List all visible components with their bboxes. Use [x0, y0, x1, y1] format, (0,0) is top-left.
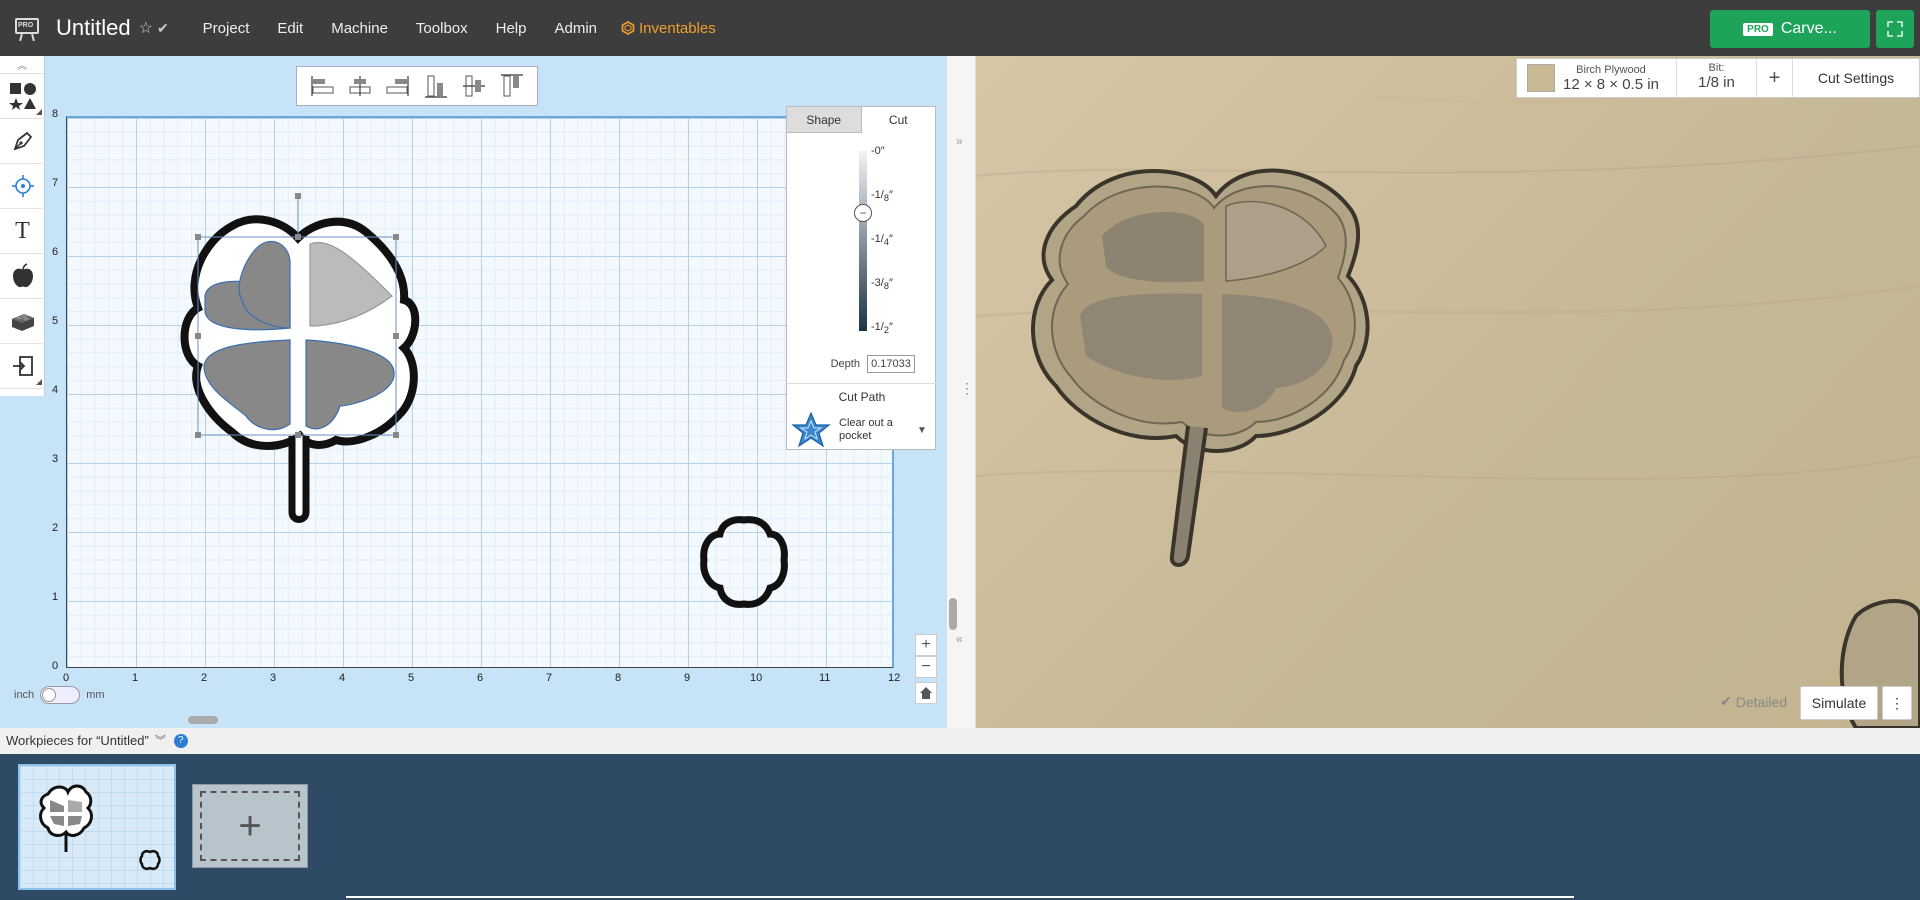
depth-label-1-8: -1/8″ [871, 189, 893, 204]
carve-button[interactable]: PRO Carve... [1710, 10, 1870, 48]
workpiece-preview-icon [39, 784, 161, 871]
expand-icon[interactable] [1876, 10, 1914, 48]
collapse-left-icon[interactable]: « [956, 632, 963, 646]
horizontal-scrollbar[interactable] [188, 716, 218, 724]
workpieces-title: Workpieces for “Untitled” [6, 733, 149, 748]
scalloped-circle-shape[interactable] [700, 516, 788, 608]
chevron-down-icon[interactable]: ︾ [155, 728, 166, 754]
zoom-out-button[interactable]: − [915, 656, 937, 678]
add-workpiece-button[interactable]: + [192, 784, 308, 868]
bit-value: 1/8 in [1698, 74, 1735, 91]
pocket-star-icon [791, 411, 831, 448]
material-bar: Birch Plywood 12 × 8 × 0.5 in Bit: 1/8 i… [1516, 58, 1920, 98]
check-icon: ✔ [1720, 693, 1732, 709]
units-switch[interactable] [40, 686, 81, 704]
vertical-scrollbar[interactable] [949, 598, 957, 630]
detailed-toggle[interactable]: ✔ Detailed [1720, 693, 1787, 710]
depth-slider-handle[interactable]: − [854, 204, 872, 222]
inch-label: inch [14, 689, 35, 701]
pro-badge: PRO [1743, 22, 1773, 36]
collapse-right-icon[interactable]: » [956, 134, 963, 148]
carve-label: Carve... [1780, 20, 1837, 37]
material-name: Birch Plywood [1576, 63, 1646, 76]
depth-slider[interactable] [859, 151, 867, 331]
detailed-label: Detailed [1735, 693, 1788, 710]
mm-label: mm [86, 689, 105, 701]
zoom-in-button[interactable]: + [915, 634, 937, 656]
cut-path-title: Cut Path [787, 383, 937, 404]
depth-input[interactable]: 0.17033 [867, 355, 915, 373]
cut-panel: Shape Cut − -0″ -1/8″ -1/4″ -3/8″ -1/2″ … [786, 106, 937, 450]
cut-path-type-label: Clear out a pocket [839, 417, 893, 442]
home-icon[interactable] [915, 682, 937, 704]
tab-cut[interactable]: Cut [861, 107, 935, 133]
carved-preview-render [976, 89, 1920, 728]
add-bit-button[interactable]: + [1757, 59, 1793, 97]
carved-clover [1031, 168, 1370, 567]
depth-label-1-2: -1/2″ [871, 321, 893, 336]
tab-shape[interactable]: Shape [787, 107, 862, 133]
bit-selector[interactable]: Bit: 1/8 in [1677, 59, 1757, 97]
workpiece-thumbnail[interactable] [18, 764, 176, 890]
chevron-down-icon: ▼ [917, 424, 927, 436]
units-toggle: inch mm [14, 686, 105, 704]
bottom-divider [346, 896, 1574, 898]
help-icon[interactable]: ? [173, 734, 188, 748]
material-swatch [1527, 64, 1555, 92]
bit-label: Bit: [1708, 62, 1725, 74]
cut-path-select[interactable]: Clear out a pocket ▼ [791, 411, 933, 449]
simulate-button[interactable]: Simulate [1800, 686, 1878, 720]
depth-label-0: -0″ [871, 145, 885, 157]
depth-label-1-4: -1/4″ [871, 233, 893, 248]
clover-design[interactable] [180, 215, 420, 523]
add-workpiece-plus: + [200, 791, 300, 861]
depth-row: Depth 0.17033 [787, 355, 937, 373]
workpieces-header: Workpieces for “Untitled” ︾ ? [0, 728, 1920, 754]
cut-settings-button[interactable]: Cut Settings [1793, 59, 1919, 97]
depth-label-3-8: -3/8″ [871, 277, 893, 292]
drag-handle-icon[interactable]: ⋮ [960, 380, 974, 397]
more-options-button[interactable]: ⋮ [1882, 686, 1912, 720]
material-selector[interactable]: Birch Plywood 12 × 8 × 0.5 in [1517, 59, 1677, 97]
depth-label: Depth [830, 358, 860, 370]
3d-preview[interactable] [976, 56, 1920, 728]
material-size: 12 × 8 × 0.5 in [1563, 75, 1659, 93]
